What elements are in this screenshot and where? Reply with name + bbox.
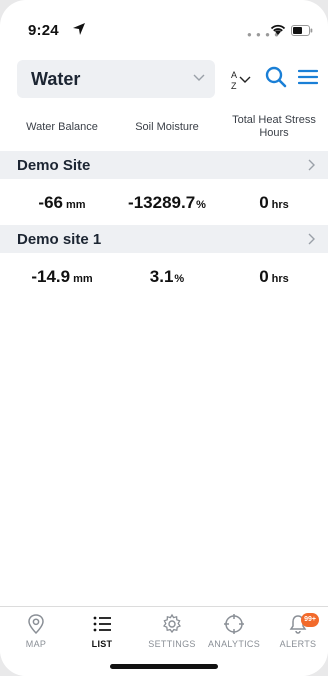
water-balance-value: -66 mm [38, 193, 86, 212]
chevron-down-icon [193, 74, 205, 81]
metric-selector[interactable]: Water [17, 60, 215, 98]
selector-value: Water [31, 69, 81, 89]
heat-stress-value: 0 hrs [259, 267, 289, 286]
tab-label: LIST [91, 639, 113, 649]
site-name: Demo Site [17, 157, 91, 174]
search-icon[interactable] [265, 66, 287, 88]
tab-label: MAP [25, 639, 47, 649]
water-balance-value: -14.9 mm [31, 267, 93, 286]
tab-map[interactable]: MAP [4, 613, 68, 649]
status-bar: 9:24 ● ● ● ● [0, 0, 328, 56]
column-header-heat-stress: Total Heat Stress Hours [232, 114, 316, 139]
sort-az-button[interactable]: A Z [228, 68, 254, 92]
tab-list[interactable]: LIST [70, 613, 134, 649]
site-row-header[interactable]: Demo site 1 [0, 225, 328, 253]
column-header-water-balance: Water Balance [26, 120, 98, 133]
map-pin-icon [28, 614, 44, 635]
app-screen: 9:24 ● ● ● ● Water A Z Water Balance Soi… [0, 0, 328, 676]
tab-analytics[interactable]: ANALYTICS [202, 613, 266, 649]
wifi-icon [270, 24, 286, 35]
soil-moisture-value: 3.1% [149, 267, 185, 286]
soil-moisture-value: -13289.7% [128, 193, 206, 212]
sort-label-z: Z [231, 81, 237, 91]
tab-label: SETTINGS [148, 639, 196, 649]
alerts-badge: 99+ [301, 613, 319, 627]
sort-label-a: A [231, 70, 237, 80]
gear-icon [162, 613, 182, 634]
site-values-row[interactable]: -66 mm -13289.7% 0 hrs [0, 181, 328, 225]
home-indicator[interactable] [110, 664, 218, 669]
location-arrow-icon [73, 23, 85, 35]
chevron-right-icon [308, 233, 315, 245]
site-row-header[interactable]: Demo Site [0, 151, 328, 179]
site-values-row[interactable]: -14.9 mm 3.1% 0 hrs [0, 255, 328, 299]
chevron-right-icon [308, 159, 315, 171]
tab-label: ANALYTICS [207, 639, 261, 649]
status-time: 9:24 [28, 22, 59, 39]
column-header-soil-moisture: Soil Moisture [135, 120, 199, 133]
list-icon [93, 616, 111, 632]
tab-settings[interactable]: SETTINGS [140, 613, 204, 649]
site-name: Demo site 1 [17, 231, 102, 248]
tab-alerts[interactable]: 99+ ALERTS [266, 613, 328, 649]
battery-icon [291, 25, 313, 36]
hamburger-menu-icon[interactable] [298, 69, 318, 85]
tab-label: ALERTS [279, 639, 317, 649]
heat-stress-value: 0 hrs [259, 193, 289, 212]
sort-az-icon: A Z [231, 70, 251, 91]
crosshair-icon [224, 614, 244, 634]
